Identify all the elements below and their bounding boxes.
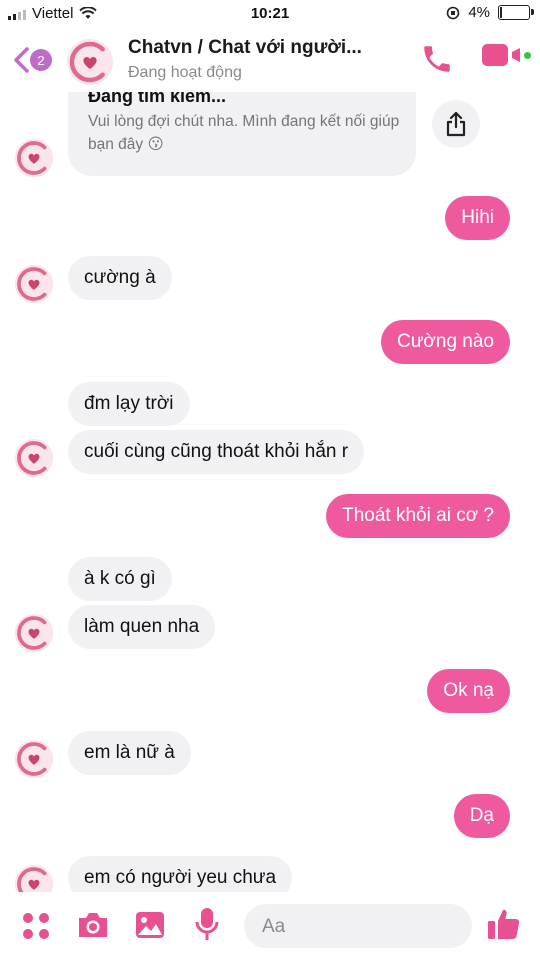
message-input[interactable] xyxy=(260,915,414,939)
heart-logo-icon xyxy=(14,864,54,892)
card-body: Vui lòng đợi chút nha. Mình đang kết nối… xyxy=(88,113,400,153)
incoming-message[interactable]: cường à xyxy=(68,256,172,300)
battery-percent: 4% xyxy=(468,4,490,21)
share-button[interactable] xyxy=(432,100,480,148)
battery-icon xyxy=(498,5,534,20)
message-list[interactable]: Đang tìm kiếm... Vui lòng đợi chút nha. … xyxy=(0,92,540,892)
card-title: Đang tìm kiếm... xyxy=(88,92,227,106)
camera-icon xyxy=(79,913,107,937)
video-camera-icon xyxy=(482,44,508,66)
voice-button[interactable] xyxy=(194,906,220,947)
call-button[interactable] xyxy=(420,42,454,81)
heart-logo-icon xyxy=(14,613,54,653)
like-button[interactable] xyxy=(486,906,522,947)
sender-avatar[interactable] xyxy=(14,613,54,658)
sender-avatar[interactable] xyxy=(14,864,54,892)
heart-logo-icon xyxy=(67,39,113,85)
status-bar: Viettel 10:21 4% xyxy=(0,0,540,28)
sender-avatar[interactable] xyxy=(14,739,54,784)
message-input-box[interactable] xyxy=(244,904,472,948)
incoming-message[interactable]: em có người yeu chưa xyxy=(68,856,293,892)
rotation-lock-icon xyxy=(447,6,460,19)
back-button[interactable]: 2 xyxy=(10,42,58,78)
active-status: Đang hoạt động xyxy=(128,64,242,81)
status-right: 4% xyxy=(446,4,534,21)
outgoing-message[interactable]: Thoát khỏi ai cơ ? xyxy=(326,494,510,538)
sender-avatar[interactable] xyxy=(14,138,54,183)
incoming-message[interactable]: làm quen nha xyxy=(68,605,216,649)
heart-logo-icon xyxy=(14,739,54,779)
heart-logo-icon xyxy=(14,438,54,478)
phone-icon xyxy=(424,46,450,72)
microphone-icon xyxy=(195,908,219,940)
conversation-title[interactable]: Chatvn / Chat với người... xyxy=(128,37,362,59)
online-dot xyxy=(524,51,531,59)
four-dots-icon xyxy=(23,913,49,939)
share-icon xyxy=(446,111,466,137)
more-apps-button[interactable] xyxy=(22,912,50,945)
outgoing-message[interactable]: Hihi xyxy=(445,196,510,240)
incoming-message[interactable]: à k có gì xyxy=(68,557,172,601)
incoming-message[interactable]: đm lạy trời xyxy=(68,382,190,426)
heart-logo-icon xyxy=(14,264,54,304)
thumbs-up-icon xyxy=(488,909,520,939)
avatar[interactable] xyxy=(66,38,114,91)
incoming-message[interactable]: cuối cùng cũng thoát khỏi hắn r xyxy=(68,430,365,474)
image-icon xyxy=(136,912,164,938)
searching-card: Đang tìm kiếm... Vui lòng đợi chút nha. … xyxy=(68,92,416,176)
video-camera-lens-icon xyxy=(512,48,520,62)
unread-badge: 2 xyxy=(30,49,52,71)
video-call-button[interactable] xyxy=(482,44,531,66)
sender-avatar[interactable] xyxy=(14,264,54,309)
incoming-message[interactable]: em là nữ à xyxy=(68,731,191,775)
chevron-left-icon xyxy=(14,47,29,73)
heart-logo-icon xyxy=(14,138,54,178)
sender-avatar[interactable] xyxy=(14,438,54,483)
conversation-header: 2 Chatvn / Chat với người... Đang hoạt đ… xyxy=(0,28,540,92)
outgoing-message[interactable]: Dạ xyxy=(453,794,510,838)
camera-button[interactable] xyxy=(76,910,110,945)
outgoing-message[interactable]: Ok nạ xyxy=(427,669,510,713)
outgoing-message[interactable]: Cường nào xyxy=(380,320,510,364)
gallery-button[interactable] xyxy=(134,910,166,945)
